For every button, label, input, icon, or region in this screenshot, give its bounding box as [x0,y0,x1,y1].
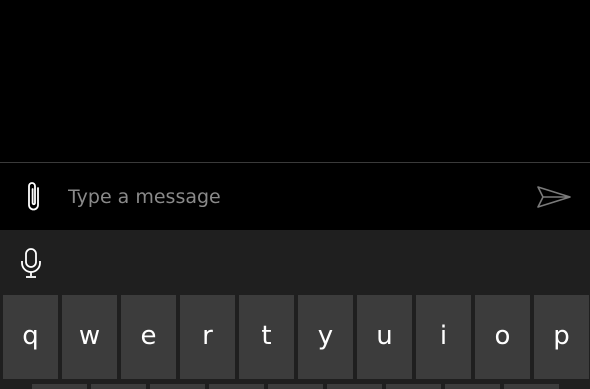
key-u[interactable]: u [357,295,412,379]
keyboard-toolbar [0,230,590,294]
key-row-top: q w e r t y u i o p [0,295,590,380]
key[interactable] [150,384,205,389]
send-button[interactable] [532,179,576,215]
key-o[interactable]: o [475,295,530,379]
compose-bar [0,162,590,230]
message-input[interactable] [66,179,510,215]
key[interactable] [504,384,559,389]
on-screen-keyboard: q w e r t y u i o p [0,230,590,389]
key-r[interactable]: r [180,295,235,379]
key-q[interactable]: q [3,295,58,379]
send-icon [537,186,571,208]
messaging-screen: q w e r t y u i o p [0,0,590,389]
key[interactable] [32,384,87,389]
key-row-middle-partial [0,384,590,389]
microphone-icon [21,248,41,278]
key-i[interactable]: i [416,295,471,379]
key[interactable] [209,384,264,389]
conversation-area [0,0,590,162]
key[interactable] [386,384,441,389]
attach-button[interactable] [14,177,54,217]
key-t[interactable]: t [239,295,294,379]
key-y[interactable]: y [298,295,353,379]
key[interactable] [445,384,500,389]
key-w[interactable]: w [62,295,117,379]
key[interactable] [327,384,382,389]
key-e[interactable]: e [121,295,176,379]
microphone-button[interactable] [12,244,50,282]
key[interactable] [91,384,146,389]
key[interactable] [268,384,323,389]
paperclip-icon [28,182,39,211]
key-p[interactable]: p [534,295,589,379]
